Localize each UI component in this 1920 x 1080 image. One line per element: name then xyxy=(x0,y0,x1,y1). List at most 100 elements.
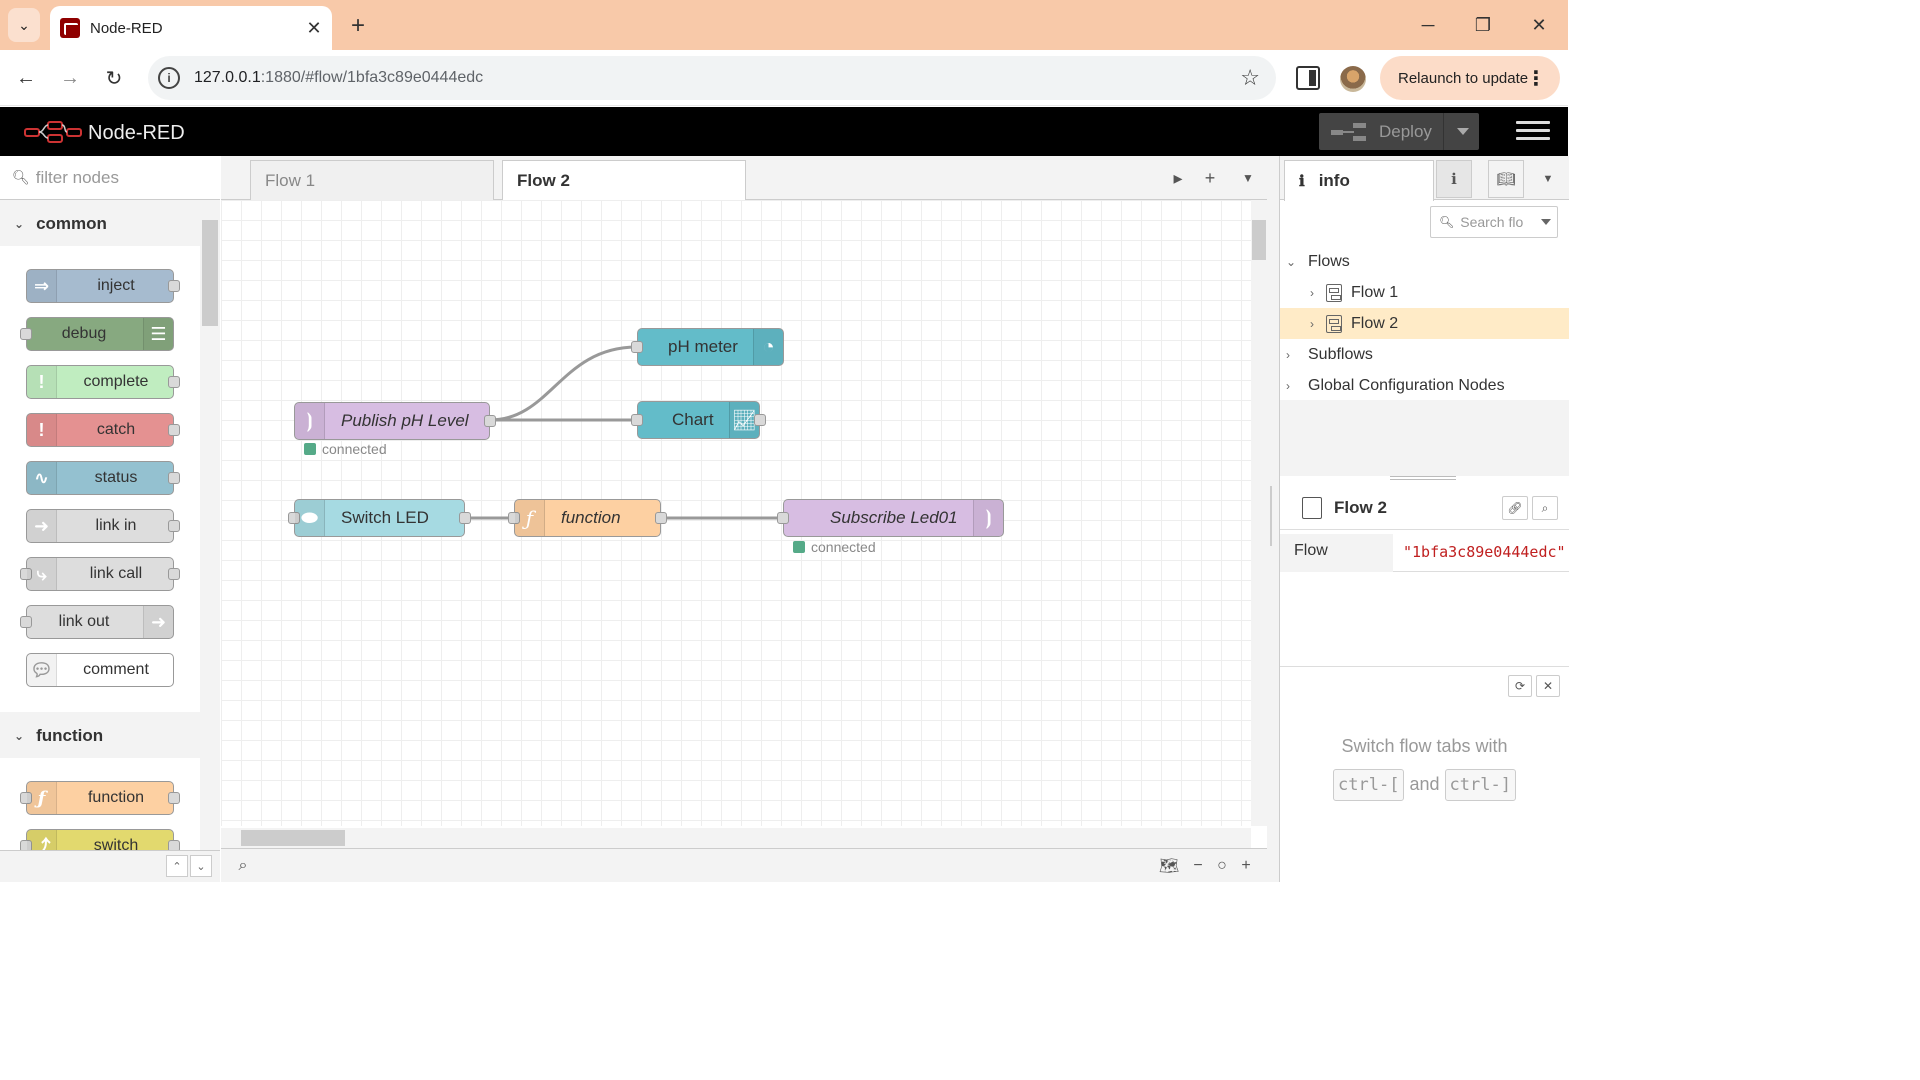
palette-node-switch[interactable]: ⤴ switch xyxy=(20,829,180,850)
output-port[interactable] xyxy=(484,415,496,427)
more-options-icon[interactable]: ⋮ xyxy=(1526,66,1546,91)
palette-node-complete[interactable]: ! complete xyxy=(26,365,180,399)
output-port[interactable] xyxy=(754,414,766,426)
side-panel-icon[interactable] xyxy=(1296,66,1320,90)
palette-node-link-call[interactable]: ⤷ link call xyxy=(20,557,180,591)
sidebar-menu-chevron-icon[interactable]: ▼ xyxy=(1530,160,1566,198)
forward-button[interactable]: → xyxy=(54,62,86,94)
add-flow-icon[interactable]: + xyxy=(1195,164,1225,192)
palette-node-link-out[interactable]: link out ➜ xyxy=(20,605,174,639)
collapse-all-icon[interactable]: ⌃ xyxy=(166,855,188,877)
info-tab-icon-button[interactable]: ℹ xyxy=(1436,160,1472,198)
shortcut-key-next: ctrl-] xyxy=(1444,769,1516,801)
navigator-map-icon[interactable]: 🗺︎ xyxy=(1157,854,1181,878)
restore-window-button[interactable]: ❐ xyxy=(1463,10,1503,40)
palette-node-catch[interactable]: ! catch xyxy=(26,413,180,447)
node-label: Publish pH Level xyxy=(341,411,469,430)
palette-function-body: ƒ function ⤴ switch xyxy=(0,758,200,850)
tab-flow-1[interactable]: Flow 1 xyxy=(250,160,494,200)
tab-search-button[interactable]: ⌄ xyxy=(8,8,40,42)
reload-button[interactable]: ↻ xyxy=(98,62,130,94)
deploy-button[interactable]: Deploy xyxy=(1319,113,1479,150)
palette-node-inject[interactable]: ⇒ inject xyxy=(26,269,180,303)
close-window-button[interactable]: ✕ xyxy=(1519,10,1559,40)
tree-item-flow-1[interactable]: › Flow 1 xyxy=(1280,277,1569,308)
input-port[interactable] xyxy=(631,414,643,426)
chevron-right-icon: › xyxy=(1310,285,1314,300)
mqtt-waves-icon: ⦘ xyxy=(973,500,1003,536)
palette-node-debug[interactable]: debug ☰ xyxy=(20,317,174,351)
input-port[interactable] xyxy=(777,512,789,524)
deploy-menu-chevron-icon[interactable] xyxy=(1457,128,1469,135)
profile-avatar[interactable] xyxy=(1340,66,1366,92)
zoom-reset-icon[interactable]: ○ xyxy=(1210,854,1234,878)
sidebar-search-placeholder: Search flo xyxy=(1460,214,1524,230)
pulse-icon: ∿ xyxy=(27,462,57,494)
help-book-icon[interactable]: 📖︎ xyxy=(1488,160,1524,198)
canvas-horizontal-scrollbar[interactable] xyxy=(221,828,1251,848)
zoom-out-icon[interactable]: − xyxy=(1186,854,1210,878)
property-value[interactable]: "1bfa3c89e0444edc" xyxy=(1403,543,1566,561)
sidebar-panel-resize-handle[interactable] xyxy=(1390,476,1456,480)
close-tips-icon[interactable]: ✕ xyxy=(1536,675,1560,697)
tree-item-subflows[interactable]: › Subflows xyxy=(1280,339,1569,370)
url-bar[interactable]: i 127.0.0.1:1880/#flow/1bfa3c89e0444edc … xyxy=(148,56,1276,100)
node-subscribe-led01[interactable]: Subscribe Led01 ⦘ xyxy=(777,499,1004,537)
search-options-chevron-icon[interactable] xyxy=(1541,219,1551,225)
main-menu-hamburger-icon[interactable] xyxy=(1516,121,1550,143)
expand-all-icon[interactable]: ⌄ xyxy=(190,855,212,877)
gauge-icon: ◔ xyxy=(753,329,783,365)
wire-publish-to-phmeter xyxy=(489,345,638,422)
canvas-vertical-scrollbar[interactable] xyxy=(1251,200,1267,826)
browser-tab-title: Node-RED xyxy=(90,19,163,37)
canvas-hscroll-thumb[interactable] xyxy=(241,830,345,846)
sidebar-search-input[interactable]: 🔍︎ Search flo xyxy=(1430,206,1558,238)
palette-node-link-in[interactable]: ➜ link in xyxy=(26,509,180,543)
tips-panel: ⟳ ✕ Switch flow tabs with ctrl-[ and ctr… xyxy=(1280,666,1569,882)
output-port[interactable] xyxy=(655,512,667,524)
tree-label: Subflows xyxy=(1308,345,1373,363)
bookmark-star-icon[interactable]: ☆ xyxy=(1240,65,1260,91)
browser-tab[interactable]: Node-RED ✕ xyxy=(50,6,332,50)
relaunch-to-update-button[interactable]: Relaunch to update ⋮ xyxy=(1380,56,1560,100)
output-port[interactable] xyxy=(459,512,471,524)
new-tab-button[interactable]: + xyxy=(344,12,372,40)
input-port[interactable] xyxy=(631,341,643,353)
tree-item-flow-2[interactable]: › Flow 2 xyxy=(1280,308,1569,339)
property-row-flow: Flow "1bfa3c89e0444edc" xyxy=(1280,534,1569,572)
node-switch-led[interactable]: ⬬ Switch LED xyxy=(288,499,471,537)
tabs-menu-chevron-icon[interactable]: ▼ xyxy=(1233,164,1263,192)
close-tab-icon[interactable]: ✕ xyxy=(302,16,326,40)
tree-item-flows[interactable]: ⌄ Flows xyxy=(1280,246,1569,277)
node-chart[interactable]: Chart 📈︎ xyxy=(631,401,766,439)
back-button[interactable]: ← xyxy=(10,62,42,94)
tab-info[interactable]: ℹ info xyxy=(1284,160,1434,201)
tab-flow-2[interactable]: Flow 2 xyxy=(502,160,746,201)
node-publish-ph-level[interactable]: ⦘ Publish pH Level xyxy=(294,402,496,440)
canvas-vscroll-thumb[interactable] xyxy=(1252,220,1266,260)
minimize-window-button[interactable]: ─ xyxy=(1408,10,1448,40)
palette-node-comment[interactable]: 💬︎ comment xyxy=(26,653,174,687)
site-info-icon[interactable]: i xyxy=(158,67,180,89)
copy-link-icon[interactable]: 🔗︎ xyxy=(1502,496,1528,520)
node-ph-meter[interactable]: pH meter ◔ xyxy=(631,328,784,366)
palette-scrollbar[interactable] xyxy=(200,200,220,850)
palette-scrollbar-thumb[interactable] xyxy=(202,220,218,326)
palette-node-status[interactable]: ∿ status xyxy=(26,461,180,495)
search-flows-icon[interactable]: ⌕ xyxy=(231,854,255,878)
palette-node-label: status xyxy=(94,469,138,486)
tree-item-global-config[interactable]: › Global Configuration Nodes xyxy=(1280,370,1569,401)
scroll-tabs-right-icon[interactable]: ▸ xyxy=(1163,164,1193,192)
url-text[interactable]: 127.0.0.1:1880/#flow/1bfa3c89e0444edc xyxy=(194,69,1240,87)
node-function[interactable]: ƒ function xyxy=(508,499,667,537)
flow-canvas[interactable]: ⦘ Publish pH Level connected pH meter ◔ … xyxy=(221,200,1251,826)
palette-category-common[interactable]: ⌄ common xyxy=(0,202,200,246)
zoom-in-icon[interactable]: + xyxy=(1234,854,1258,878)
palette-filter-input[interactable]: 🔍︎ filter nodes xyxy=(0,156,220,200)
refresh-tip-icon[interactable]: ⟳ xyxy=(1508,675,1532,697)
search-icon[interactable]: ⌕ xyxy=(1532,496,1558,520)
palette-node-function[interactable]: ƒ function xyxy=(20,781,180,815)
palette-category-function[interactable]: ⌄ function xyxy=(0,714,200,758)
workspace-tab-bar: Flow 1 Flow 2 ▸ + ▼ xyxy=(221,156,1267,201)
sidebar-separator[interactable] xyxy=(1267,156,1279,882)
